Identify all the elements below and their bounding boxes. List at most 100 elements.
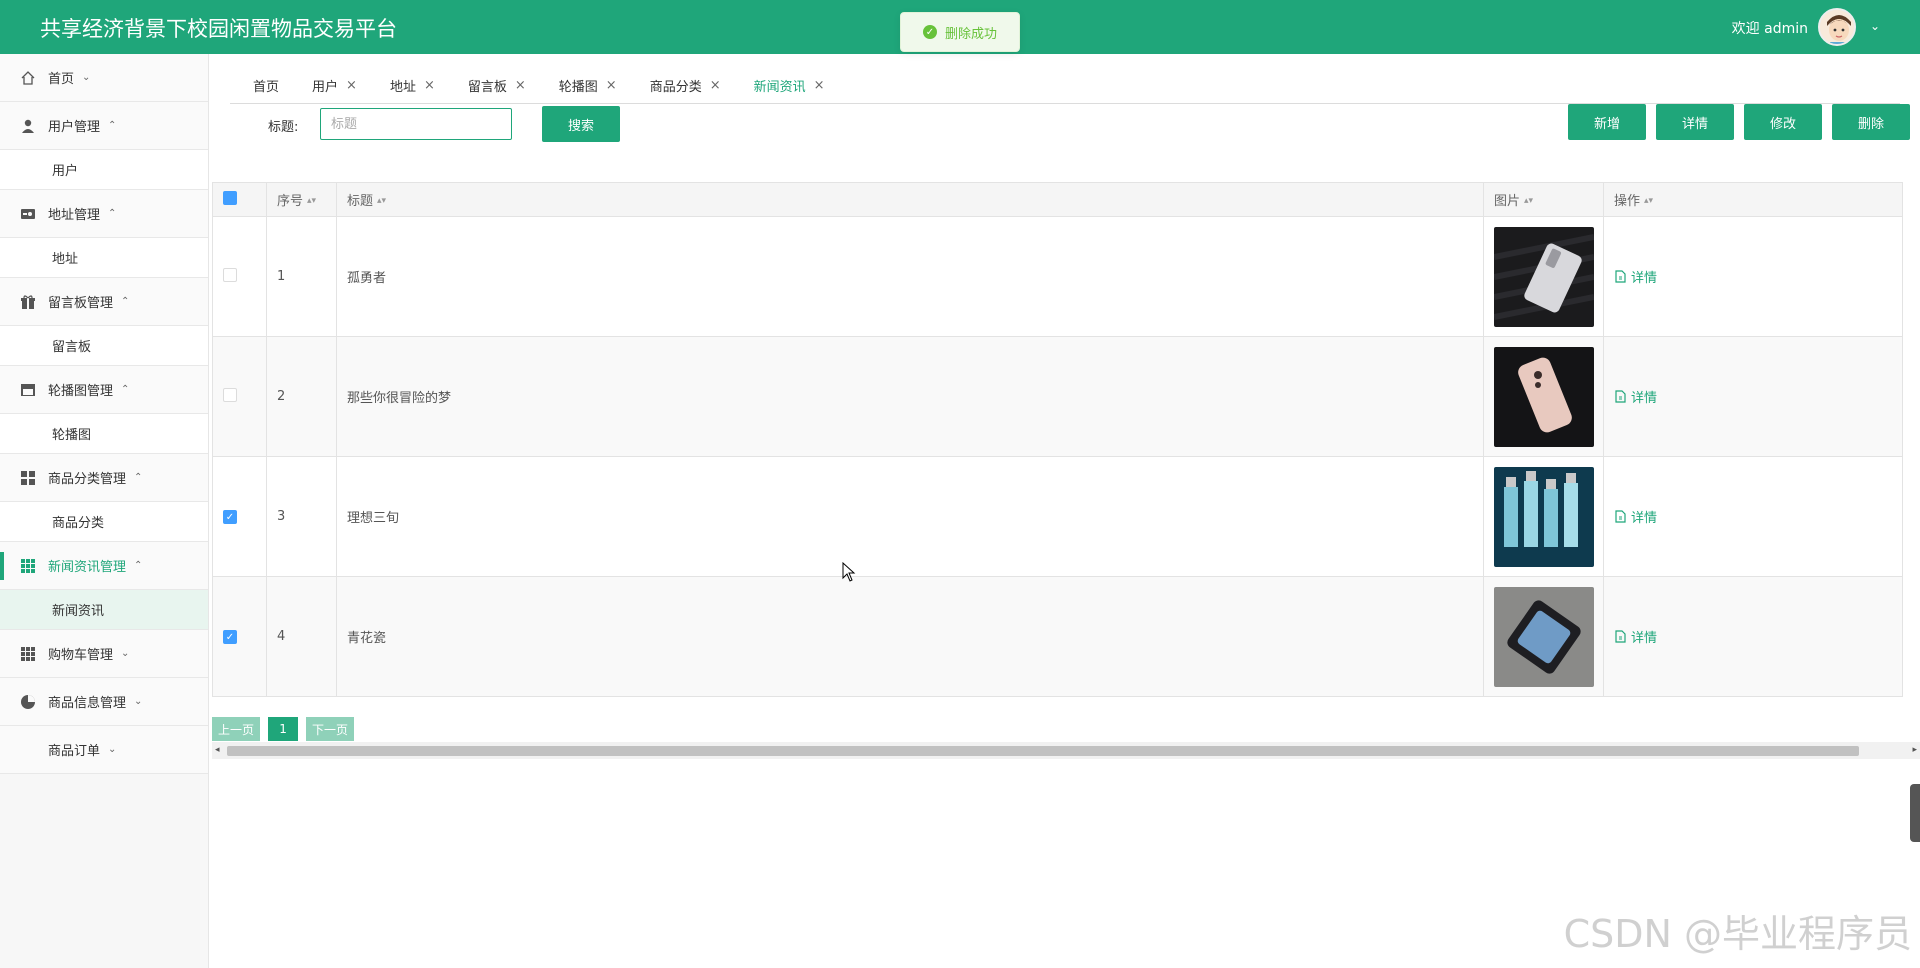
- detail-button[interactable]: 详情: [1656, 104, 1734, 140]
- search-label: 标题:: [268, 120, 299, 135]
- avatar[interactable]: [1818, 8, 1856, 46]
- sidebar-item-home[interactable]: 首页 ⌄: [0, 54, 208, 102]
- sidebar-item-category-management[interactable]: 商品分类管理 ⌃: [0, 454, 208, 502]
- row-checkbox[interactable]: [223, 387, 237, 402]
- gift-icon: [18, 292, 38, 312]
- table-row[interactable]: 2 那些你很冒险的梦 详情: [212, 336, 1903, 457]
- column-header-actions[interactable]: 操作 ▴▾: [1603, 182, 1903, 217]
- cosmetics-photo-image[interactable]: [1494, 466, 1594, 567]
- table-row[interactable]: 1 孤勇者 详情: [212, 216, 1903, 337]
- tab-label: 地址: [389, 80, 416, 95]
- watermark: CSDN @毕业程序员: [1563, 912, 1912, 956]
- phone-photo-image[interactable]: [1494, 226, 1594, 327]
- pie-icon: [18, 692, 38, 712]
- sort-icon[interactable]: ▴▾: [1524, 197, 1533, 206]
- sidebar-item-cart-management[interactable]: 购物车管理 ⌄: [0, 630, 208, 678]
- row-detail-link[interactable]: 详情: [1614, 627, 1657, 646]
- tab-message-board[interactable]: 留言板 ×: [468, 72, 526, 100]
- news-table: 序号 ▴▾ 标题 ▴▾ 图片 ▴▾ 操作 ▴▾ 1 孤勇者 详情 2 那些你很冒…: [212, 182, 1903, 697]
- delete-button[interactable]: 删除: [1832, 104, 1910, 140]
- row-checkbox[interactable]: [223, 267, 237, 282]
- column-header-index[interactable]: 序号 ▴▾: [266, 182, 337, 217]
- close-icon[interactable]: ×: [424, 78, 435, 93]
- tab-label: 新闻资讯: [753, 80, 806, 95]
- tab-label: 留言板: [467, 80, 507, 95]
- sidebar-item-carousel-management[interactable]: 轮播图管理 ⌃: [0, 366, 208, 414]
- row-checkbox[interactable]: ✓: [223, 510, 237, 525]
- tab-address[interactable]: 地址 ×: [390, 72, 435, 100]
- column-header-title[interactable]: 标题 ▴▾: [336, 182, 1484, 217]
- sidebar-item-product-info-management[interactable]: 商品信息管理 ⌄: [0, 678, 208, 726]
- user-menu-chevron-down-icon[interactable]: ⌄: [1870, 19, 1880, 33]
- sidebar-subitem-news[interactable]: 新闻资讯: [0, 590, 208, 630]
- sidebar-subitem-category[interactable]: 商品分类: [0, 502, 208, 542]
- tab-news[interactable]: 新闻资讯 ×: [754, 72, 825, 100]
- row-image-cell: [1483, 216, 1604, 337]
- avatar-face-icon: [1820, 10, 1854, 44]
- side-panel-handle[interactable]: [1910, 784, 1920, 842]
- sidebar-item-label: 购物车管理: [48, 648, 114, 663]
- sidebar-item-news-management[interactable]: 新闻资讯管理 ⌃: [0, 542, 208, 590]
- sidebar-subitem-address[interactable]: 地址: [0, 238, 208, 278]
- sort-icon[interactable]: ▴▾: [307, 197, 316, 206]
- add-button[interactable]: 新增: [1568, 104, 1646, 140]
- search-button[interactable]: 搜索: [542, 106, 620, 142]
- scroll-right-icon[interactable]: ▸: [1912, 745, 1917, 755]
- table-row[interactable]: ✓ 3 理想三旬 详情: [212, 456, 1903, 577]
- close-icon[interactable]: ×: [710, 78, 721, 93]
- tab-home[interactable]: 首页: [253, 72, 279, 100]
- title-search-input[interactable]: [320, 108, 512, 140]
- row-detail-link[interactable]: 详情: [1614, 387, 1657, 406]
- close-icon[interactable]: ×: [515, 78, 526, 93]
- sort-icon[interactable]: ▴▾: [1644, 197, 1653, 206]
- tab-bar: 首页 用户 × 地址 × 留言板 × 轮播图 × 商品分类 × 新闻资讯 ×: [230, 68, 1900, 104]
- row-detail-link[interactable]: 详情: [1614, 507, 1657, 526]
- welcome-text: 欢迎 admin: [1731, 21, 1808, 37]
- chevron-up-icon: ⌃: [108, 208, 117, 219]
- page-number-current[interactable]: 1: [268, 717, 299, 741]
- close-icon[interactable]: ×: [346, 78, 357, 93]
- next-page-button[interactable]: 下一页: [306, 717, 355, 741]
- mouse-cursor-icon: [842, 562, 856, 582]
- sort-icon[interactable]: ▴▾: [377, 197, 386, 206]
- chevron-up-icon: ⌃: [134, 560, 143, 571]
- horizontal-scrollbar[interactable]: ◂ ▸: [212, 742, 1920, 759]
- tab-user[interactable]: 用户 ×: [312, 72, 357, 100]
- sidebar-subitem-message-board[interactable]: 留言板: [0, 326, 208, 366]
- chevron-down-icon: ⌄: [134, 696, 143, 707]
- chevron-down-icon: ⌄: [121, 648, 130, 659]
- grid-icon: [18, 468, 38, 488]
- column-header-image[interactable]: 图片 ▴▾: [1483, 182, 1604, 217]
- sidebar-subitem-carousel[interactable]: 轮播图: [0, 414, 208, 454]
- sidebar-item-user-management[interactable]: 用户管理 ⌃: [0, 102, 208, 150]
- apps-icon: [18, 644, 38, 664]
- sidebar-item-label: 轮播图管理: [48, 384, 114, 399]
- table-row[interactable]: ✓ 4 青花瓷 详情: [212, 576, 1903, 697]
- row-checkbox[interactable]: ✓: [223, 630, 237, 645]
- sidebar-item-orders[interactable]: 商品订单 ⌄: [0, 726, 208, 774]
- tab-label: 首页: [253, 80, 280, 95]
- sidebar-item-label: 新闻资讯管理: [48, 560, 127, 575]
- select-all-checkbox[interactable]: [223, 190, 237, 205]
- sidebar-item-address-management[interactable]: 地址管理 ⌃: [0, 190, 208, 238]
- row-actions-cell: 详情: [1603, 456, 1903, 577]
- sidebar-item-message-board-management[interactable]: 留言板管理 ⌃: [0, 278, 208, 326]
- row-detail-link[interactable]: 详情: [1614, 267, 1657, 286]
- sidebar-item-label: 首页: [48, 72, 75, 87]
- sidebar-subitem-user[interactable]: 用户: [0, 150, 208, 190]
- document-icon: [1615, 269, 1626, 283]
- phone-photo-image[interactable]: [1494, 586, 1594, 687]
- scroll-left-icon[interactable]: ◂: [215, 745, 220, 755]
- sidebar: 首页 ⌄ 用户管理 ⌃ 用户 地址管理 ⌃ 地址 留言板管理 ⌃ 留言板 轮播图…: [0, 54, 209, 968]
- phone-photo-image[interactable]: [1494, 346, 1594, 447]
- row-image-cell: [1483, 336, 1604, 457]
- tab-category[interactable]: 商品分类 ×: [650, 72, 721, 100]
- edit-button[interactable]: 修改: [1744, 104, 1822, 140]
- scrollbar-thumb[interactable]: [227, 746, 1859, 756]
- row-title: 青花瓷: [336, 576, 1484, 697]
- prev-page-button[interactable]: 上一页: [212, 717, 261, 741]
- close-icon[interactable]: ×: [606, 78, 617, 93]
- close-icon[interactable]: ×: [814, 78, 825, 93]
- tab-carousel[interactable]: 轮播图 ×: [559, 72, 617, 100]
- row-index: 4: [266, 576, 337, 697]
